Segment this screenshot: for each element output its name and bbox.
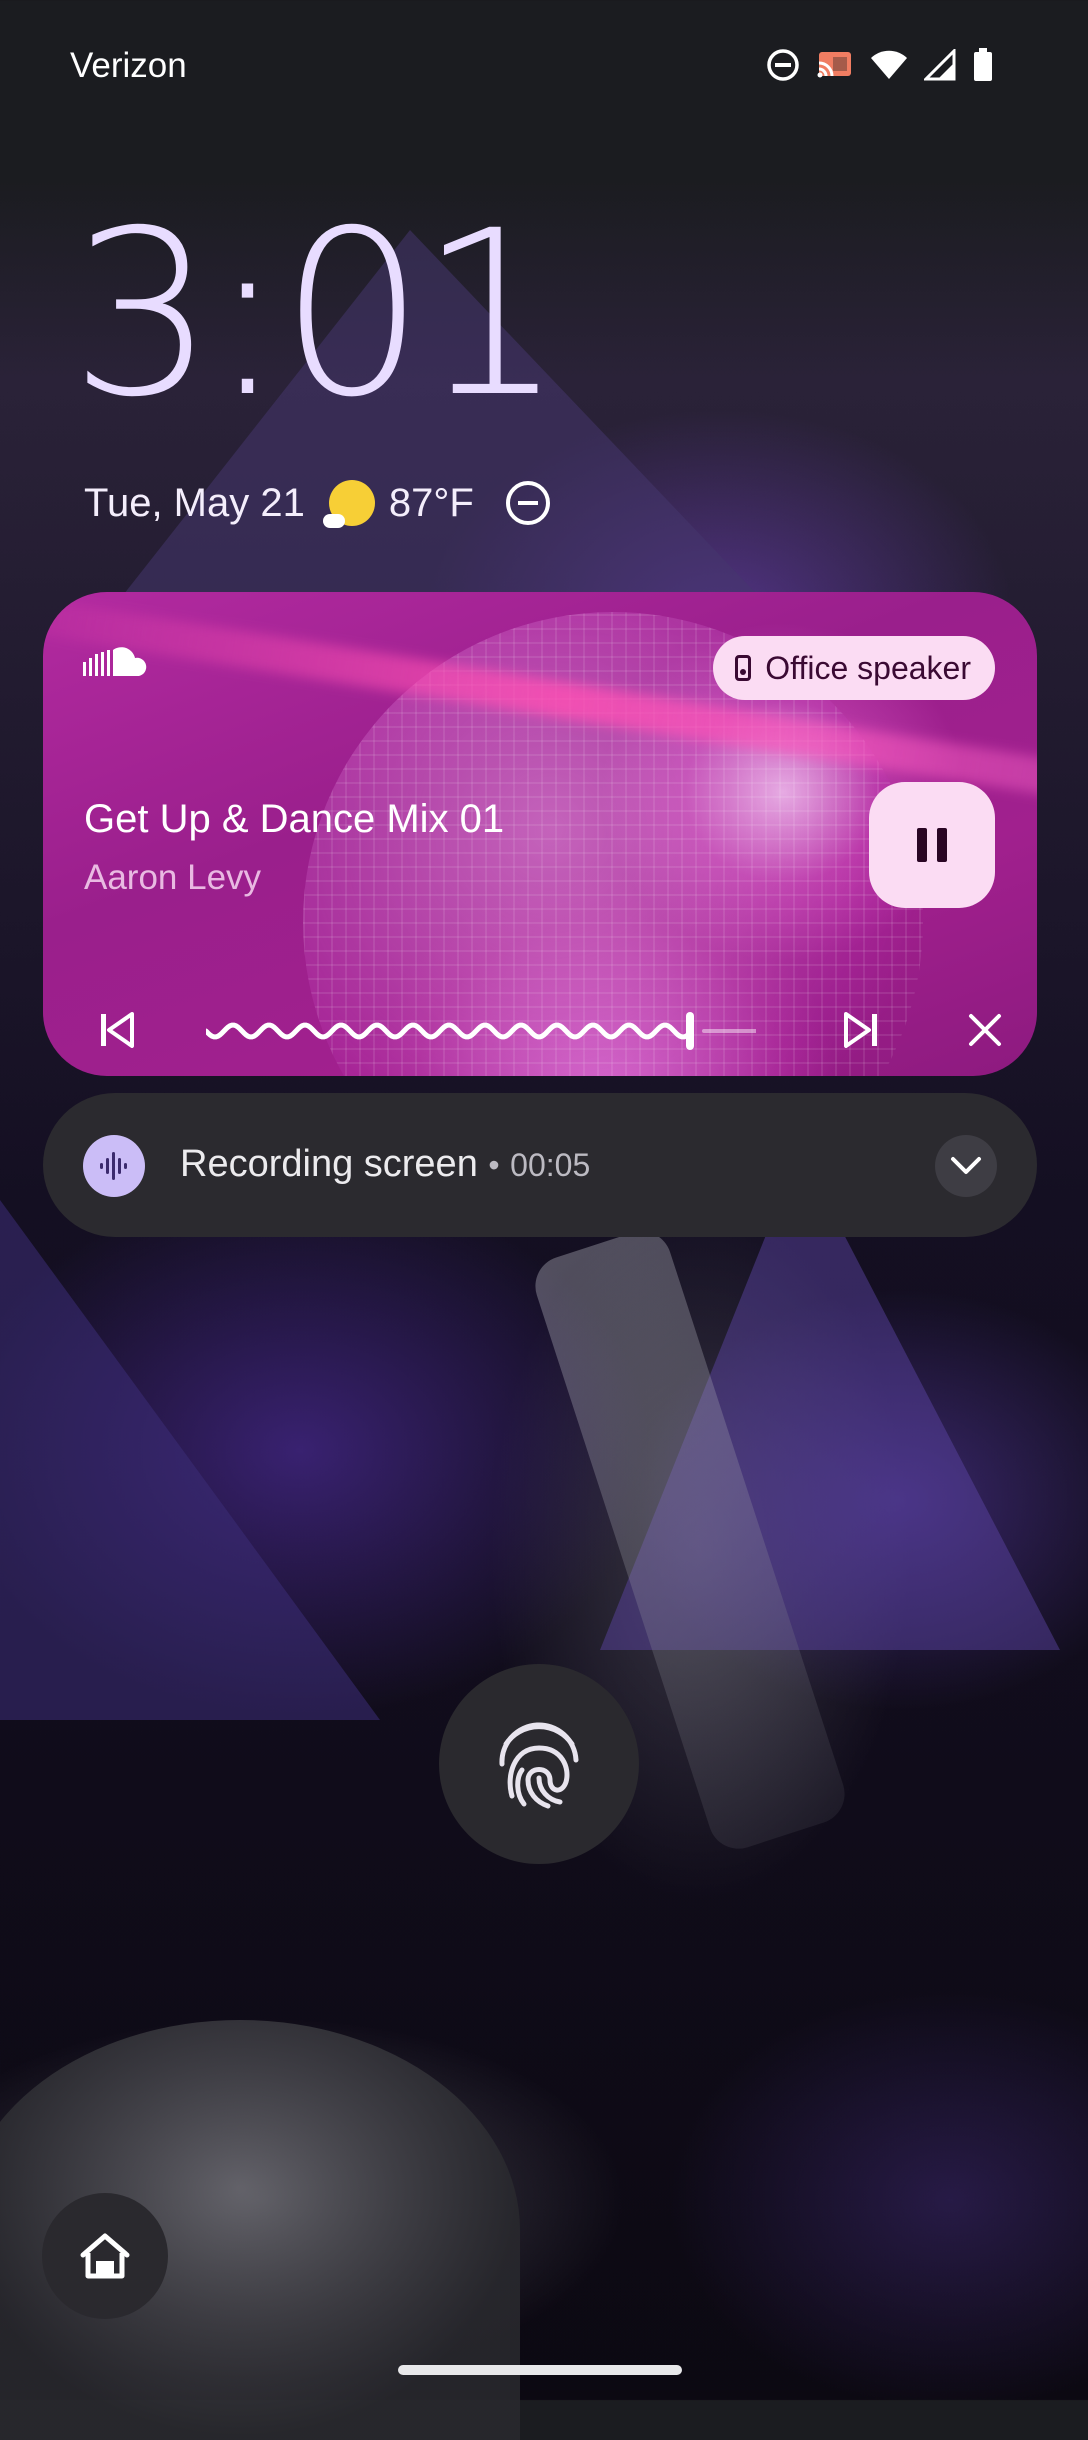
- cast-icon: [817, 52, 851, 78]
- skip-next-icon: [844, 1012, 877, 1048]
- notification-elapsed: 00:05: [510, 1147, 591, 1183]
- song-artist: Aaron Levy: [84, 858, 262, 897]
- seek-bar[interactable]: [206, 1006, 756, 1056]
- home-icon: [80, 2233, 130, 2279]
- fingerprint-icon: [499, 1722, 579, 1809]
- screen-recording-notification[interactable]: Recording screen • 00:05: [43, 1093, 1037, 1237]
- seek-thumb[interactable]: [686, 1012, 694, 1050]
- output-device-chip[interactable]: Office speaker: [713, 636, 995, 700]
- media-player-card[interactable]: Office speaker Get Up & Dance Mix 01 Aar…: [43, 592, 1037, 1076]
- do-not-disturb-icon: [505, 481, 550, 525]
- output-device-label: Office speaker: [765, 649, 971, 686]
- next-button[interactable]: [831, 1000, 891, 1060]
- date-text: Tue, May 21: [84, 480, 305, 525]
- close-icon: [969, 1014, 1001, 1046]
- expand-notification-button[interactable]: [935, 1135, 997, 1197]
- status-bar: Verizon: [0, 0, 1088, 134]
- soundcloud-icon: [83, 647, 147, 676]
- wifi-icon: [871, 50, 907, 79]
- notification-title: Recording screen: [180, 1143, 478, 1185]
- notification-separator: •: [488, 1147, 500, 1183]
- wallpaper-facet: [0, 1200, 380, 1720]
- lockscreen-clock: 3:01: [70, 181, 564, 447]
- do-not-disturb-icon: [767, 49, 799, 81]
- battery-icon: [974, 48, 992, 81]
- gesture-navigation-bar[interactable]: [398, 2365, 682, 2375]
- song-title: Get Up & Dance Mix 01: [84, 797, 505, 841]
- chevron-down-icon: [951, 1157, 981, 1174]
- speaker-icon: [735, 655, 752, 681]
- dismiss-media-button[interactable]: [955, 1000, 1015, 1060]
- temperature-text: 87°F: [388, 480, 474, 525]
- date-weather-row: Tue, May 21 87°F: [84, 480, 550, 528]
- home-shortcut-button[interactable]: [42, 2193, 168, 2319]
- fingerprint-sensor[interactable]: [439, 1664, 639, 1864]
- pause-button[interactable]: [869, 782, 995, 908]
- skip-previous-icon: [101, 1012, 134, 1048]
- cell-signal-icon: [924, 49, 956, 81]
- media-controls: [43, 1000, 1037, 1060]
- previous-button[interactable]: [87, 1000, 147, 1060]
- notification-text: Recording screen • 00:05: [180, 1143, 590, 1186]
- pause-icon: [917, 828, 947, 862]
- status-icons: [766, 48, 994, 82]
- sound-wave-icon: [83, 1135, 145, 1197]
- partly-sunny-icon: [322, 480, 375, 528]
- carrier-name: Verizon: [70, 46, 187, 85]
